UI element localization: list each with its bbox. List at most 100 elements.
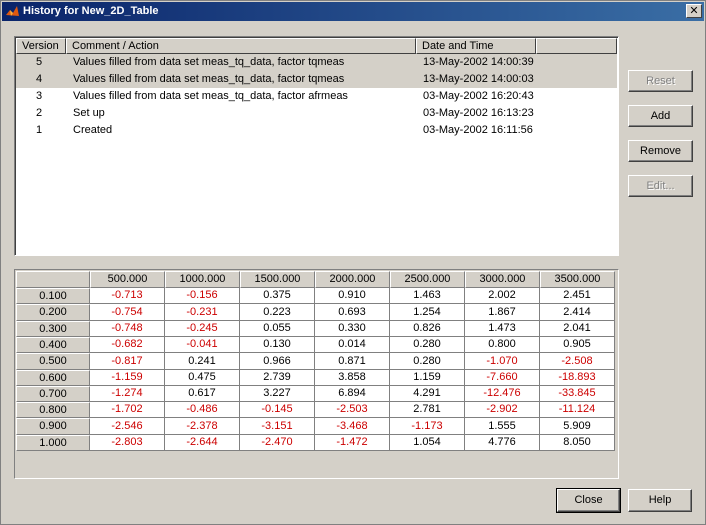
row-header[interactable]: 0.600	[16, 370, 90, 386]
history-row[interactable]: 5 Values filled from data set meas_tq_dat…	[16, 54, 617, 71]
column-header[interactable]: 3500.000	[540, 271, 615, 288]
table-cell[interactable]: 0.375	[240, 288, 315, 304]
column-header[interactable]: 2500.000	[390, 271, 465, 288]
table-cell[interactable]: -0.041	[165, 337, 240, 353]
table-cell[interactable]: 4.776	[465, 435, 540, 451]
table-cell[interactable]: 3.227	[240, 386, 315, 402]
reset-button[interactable]: Reset	[628, 70, 693, 92]
table-cell[interactable]: -3.151	[240, 418, 315, 435]
table-cell[interactable]: 0.800	[465, 337, 540, 353]
table-cell[interactable]: 1.473	[465, 321, 540, 337]
table-cell[interactable]: 8.050	[540, 435, 615, 451]
history-list[interactable]: Version Comment / Action Date and Time 5…	[14, 36, 619, 256]
table-cell[interactable]: 0.693	[315, 304, 390, 321]
table-cell[interactable]: -11.124	[540, 402, 615, 418]
table-cell[interactable]: -1.159	[90, 370, 165, 386]
column-header-version[interactable]: Version	[16, 38, 66, 54]
table-cell[interactable]: -0.682	[90, 337, 165, 353]
table-cell[interactable]: 5.909	[540, 418, 615, 435]
row-header[interactable]: 0.700	[16, 386, 90, 402]
table-cell[interactable]: -0.486	[165, 402, 240, 418]
close-window-button[interactable]: ✕	[686, 4, 702, 18]
table-cell[interactable]: -0.145	[240, 402, 315, 418]
table-cell[interactable]: 1.159	[390, 370, 465, 386]
table-cell[interactable]: 2.041	[540, 321, 615, 337]
table-cell[interactable]: -2.470	[240, 435, 315, 451]
table-cell[interactable]: -0.231	[165, 304, 240, 321]
column-header[interactable]: 3000.000	[465, 271, 540, 288]
table-cell[interactable]: -0.713	[90, 288, 165, 304]
remove-button[interactable]: Remove	[628, 140, 693, 162]
table-cell[interactable]: -2.508	[540, 353, 615, 370]
table-cell[interactable]: 0.905	[540, 337, 615, 353]
table-cell[interactable]: 0.130	[240, 337, 315, 353]
table-cell[interactable]: 0.241	[165, 353, 240, 370]
table-cell[interactable]: -1.070	[465, 353, 540, 370]
table-cell[interactable]: -2.546	[90, 418, 165, 435]
close-button[interactable]: Close	[556, 488, 621, 513]
table-cell[interactable]: -0.156	[165, 288, 240, 304]
table-cell[interactable]: 2.781	[390, 402, 465, 418]
table-cell[interactable]: 0.055	[240, 321, 315, 337]
row-header[interactable]: 0.300	[16, 321, 90, 337]
table-cell[interactable]: 0.966	[240, 353, 315, 370]
table-cell[interactable]: -0.817	[90, 353, 165, 370]
table-cell[interactable]: 2.002	[465, 288, 540, 304]
table-cell[interactable]: 0.910	[315, 288, 390, 304]
table-cell[interactable]: 1.254	[390, 304, 465, 321]
row-header[interactable]: 0.900	[16, 418, 90, 435]
table-cell[interactable]: 2.414	[540, 304, 615, 321]
table-cell[interactable]: 0.223	[240, 304, 315, 321]
table-cell[interactable]: -1.472	[315, 435, 390, 451]
column-header-comment[interactable]: Comment / Action	[66, 38, 416, 54]
table-cell[interactable]: 1.054	[390, 435, 465, 451]
table-cell[interactable]: 0.475	[165, 370, 240, 386]
table-cell[interactable]: 2.739	[240, 370, 315, 386]
table-cell[interactable]: -2.902	[465, 402, 540, 418]
history-row[interactable]: 2 Set up 03-May-2002 16:13:23	[16, 105, 617, 122]
column-header[interactable]: 1500.000	[240, 271, 315, 288]
table-cell[interactable]: -2.378	[165, 418, 240, 435]
table-cell[interactable]: 0.826	[390, 321, 465, 337]
table-cell[interactable]: 0.280	[390, 337, 465, 353]
table-cell[interactable]: 1.463	[390, 288, 465, 304]
table-cell[interactable]: 4.291	[390, 386, 465, 402]
row-header[interactable]: 0.100	[16, 288, 90, 304]
table-cell[interactable]: 0.871	[315, 353, 390, 370]
table-cell[interactable]: 0.280	[390, 353, 465, 370]
table-cell[interactable]: -18.893	[540, 370, 615, 386]
column-header[interactable]: 1000.000	[165, 271, 240, 288]
row-header[interactable]: 0.500	[16, 353, 90, 370]
table-cell[interactable]: -0.748	[90, 321, 165, 337]
help-button[interactable]: Help	[628, 489, 692, 512]
table-cell[interactable]: -12.476	[465, 386, 540, 402]
column-header[interactable]: 500.000	[90, 271, 165, 288]
table-cell[interactable]: 1.867	[465, 304, 540, 321]
table-cell[interactable]: 0.617	[165, 386, 240, 402]
edit-button[interactable]: Edit...	[628, 175, 693, 197]
table-cell[interactable]: -0.754	[90, 304, 165, 321]
table-cell[interactable]: -2.503	[315, 402, 390, 418]
table-cell[interactable]: -1.173	[390, 418, 465, 435]
row-header[interactable]: 0.200	[16, 304, 90, 321]
table-cell[interactable]: -1.702	[90, 402, 165, 418]
table-cell[interactable]: -2.644	[165, 435, 240, 451]
column-header-datetime[interactable]: Date and Time	[416, 38, 536, 54]
column-header[interactable]: 2000.000	[315, 271, 390, 288]
table-cell[interactable]: 0.014	[315, 337, 390, 353]
history-row[interactable]: 4 Values filled from data set meas_tq_dat…	[16, 71, 617, 88]
history-row[interactable]: 3 Values filled from data set meas_tq_dat…	[16, 88, 617, 105]
table-cell[interactable]: 2.451	[540, 288, 615, 304]
table-cell[interactable]: 0.330	[315, 321, 390, 337]
table-cell[interactable]: 3.858	[315, 370, 390, 386]
table-cell[interactable]: -7.660	[465, 370, 540, 386]
table-cell[interactable]: 1.555	[465, 418, 540, 435]
row-header[interactable]: 0.800	[16, 402, 90, 418]
table-cell[interactable]: -3.468	[315, 418, 390, 435]
table-cell[interactable]: -1.274	[90, 386, 165, 402]
row-header[interactable]: 1.000	[16, 435, 90, 451]
add-button[interactable]: Add	[628, 105, 693, 127]
history-row[interactable]: 1 Created 03-May-2002 16:11:56	[16, 122, 617, 139]
table-cell[interactable]: -0.245	[165, 321, 240, 337]
table-cell[interactable]: 6.894	[315, 386, 390, 402]
